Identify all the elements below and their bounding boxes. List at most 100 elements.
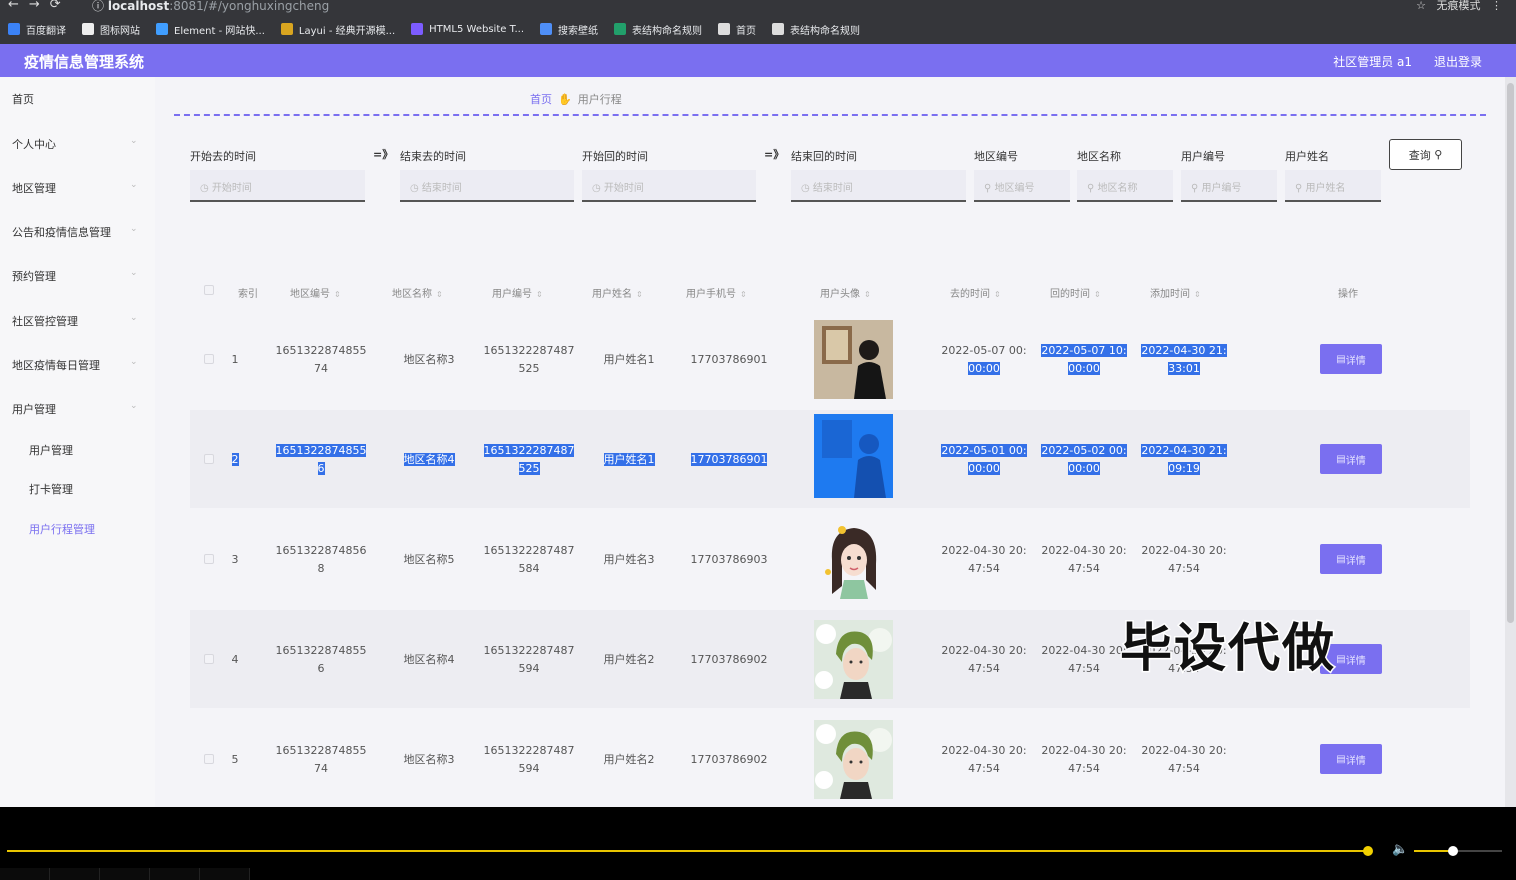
sidebar-item[interactable]: 首页 <box>12 91 34 107</box>
column-header[interactable]: 用户手机号 ⇕ <box>686 285 747 300</box>
bookmark-item[interactable]: 表结构命名规则 <box>772 22 860 37</box>
column-header[interactable]: 用户姓名 ⇕ <box>592 285 643 300</box>
column-header[interactable]: 去的时间 ⇕ <box>950 285 1001 300</box>
column-header[interactable]: 用户编号 ⇕ <box>492 285 543 300</box>
start-go-input[interactable]: ◷ 开始时间 <box>190 170 365 202</box>
sidebar-item-label: 预约管理 <box>12 270 56 283</box>
browser-profile[interactable]: ☆ 无痕模式 ⋮ <box>1416 0 1502 13</box>
bookmark-label: Element - 网站快... <box>174 25 265 37</box>
user-name-input[interactable]: ⚲ 用户姓名 <box>1285 170 1381 202</box>
row-checkbox[interactable] <box>204 454 214 464</box>
range-arrow: =》 <box>373 148 394 161</box>
breadcrumb-home[interactable]: 首页 <box>530 93 552 106</box>
row-checkbox[interactable] <box>204 354 214 364</box>
cell-phone-text: 17703786903 <box>690 553 768 566</box>
column-header[interactable]: 地区编号 ⇕ <box>290 285 341 300</box>
volume-handle[interactable] <box>1448 846 1458 856</box>
cell-region-name: 地区名称3 <box>384 351 474 369</box>
select-all-checkbox[interactable] <box>204 285 214 295</box>
bookmark-item[interactable]: Layui - 经典开源模... <box>280 22 395 37</box>
player-control[interactable] <box>0 868 50 880</box>
sort-icon[interactable]: ⇕ <box>994 290 1001 299</box>
document-icon: ▤ <box>1336 553 1346 565</box>
scrollbar-thumb[interactable] <box>1507 83 1514 623</box>
start-back-input[interactable]: ◷ 开始时间 <box>582 170 756 202</box>
column-header[interactable]: 添加时间 ⇕ <box>1150 285 1201 300</box>
sort-icon[interactable]: ⇕ <box>334 290 341 299</box>
detail-button[interactable]: ▤ 详情 <box>1320 444 1382 474</box>
sidebar-subitem[interactable]: 用户管理 <box>29 442 73 458</box>
cell-region-name-text: 地区名称5 <box>403 553 455 566</box>
bookmark-item[interactable]: 百度翻译 <box>8 22 66 37</box>
cell-user-name: 用户姓名1 <box>584 451 674 469</box>
sidebar-item[interactable]: 预约管理 ⌄ <box>12 268 138 284</box>
sort-icon[interactable]: ⇕ <box>864 290 871 299</box>
cell-region-name: 地区名称4 <box>384 451 474 469</box>
region-code-input[interactable]: ⚲ 地区编号 <box>974 170 1070 202</box>
sidebar-subitem[interactable]: 打卡管理 <box>29 481 73 497</box>
progress-bar[interactable] <box>7 850 1369 852</box>
sidebar-item[interactable]: 个人中心 ⌄ <box>12 136 138 152</box>
bookmark-item[interactable]: 搜索壁纸 <box>540 22 598 37</box>
bookmark-item[interactable]: Element - 网站快... <box>156 22 265 37</box>
cell-user-code: 1651322287487 594 <box>474 642 584 678</box>
row-checkbox[interactable] <box>204 754 214 764</box>
detail-button[interactable]: ▤ 详情 <box>1320 344 1382 374</box>
bookmark-item[interactable]: 首页 <box>718 22 756 37</box>
cell-go-time-line2: 47:54 <box>968 662 1000 675</box>
bookmark-item[interactable]: 图标网站 <box>82 22 140 37</box>
browser-nav-icons[interactable]: ←→⟳ <box>8 0 71 12</box>
page-scrollbar[interactable] <box>1505 77 1516 807</box>
end-go-input[interactable]: ◷ 结束时间 <box>400 170 574 202</box>
bookmark-item[interactable]: 表结构命名规则 <box>614 22 702 37</box>
sidebar-item[interactable]: 公告和疫情信息管理 ⌄ <box>12 224 138 240</box>
sidebar-item[interactable]: 地区管理 ⌄ <box>12 180 138 196</box>
player-control[interactable] <box>200 868 250 880</box>
cell-region-code-line1: 1651322874856 <box>275 544 367 557</box>
cell-user-code-line2: 525 <box>518 462 540 475</box>
detail-button[interactable]: ▤ 详情 <box>1320 744 1382 774</box>
column-header[interactable]: 用户头像 ⇕ <box>820 285 871 300</box>
bookmark-label: 图标网站 <box>100 25 140 37</box>
detail-button[interactable]: ▤ 详情 <box>1320 544 1382 574</box>
chevron-down-icon: ⌄ <box>130 401 138 411</box>
cell-back-time-line2: 47:54 <box>1068 762 1100 775</box>
sidebar-subitem[interactable]: 用户行程管理 <box>29 521 95 537</box>
player-control[interactable] <box>150 868 200 880</box>
bookmark-item[interactable]: HTML5 Website T... <box>411 23 524 35</box>
cell-go-time-line2: 47:54 <box>968 562 1000 575</box>
column-header[interactable]: 地区名称 ⇕ <box>392 285 443 300</box>
progress-handle[interactable] <box>1363 846 1373 856</box>
sort-icon[interactable]: ⇕ <box>536 290 543 299</box>
cell-region-code-line1: 1651322874855 <box>275 644 367 657</box>
cell-go-time-line1: 2022-05-07 00: <box>941 344 1027 357</box>
end-back-input[interactable]: ◷ 结束时间 <box>791 170 966 202</box>
region-name-input[interactable]: ⚲ 地区名称 <box>1077 170 1173 202</box>
sidebar-item[interactable]: 用户管理 ⌄ <box>12 401 138 417</box>
breadcrumb: 首页 ✋ 用户行程 <box>530 91 622 107</box>
user-code-input[interactable]: ⚲ 用户编号 <box>1181 170 1277 202</box>
cell-add-time-line2: 47:54 <box>1168 762 1200 775</box>
sort-icon[interactable]: ⇕ <box>436 290 443 299</box>
cell-region-code-line2: 6 <box>317 462 325 475</box>
sort-icon[interactable]: ⇕ <box>740 290 747 299</box>
sort-icon[interactable]: ⇕ <box>1194 290 1201 299</box>
player-control[interactable] <box>50 868 100 880</box>
cell-user-code-line1: 1651322287487 <box>483 444 575 457</box>
row-checkbox[interactable] <box>204 654 214 664</box>
sort-icon[interactable]: ⇕ <box>1094 290 1101 299</box>
sidebar-item[interactable]: 地区疫情每日管理 ⌄ <box>12 357 138 373</box>
volume-icon[interactable]: 🔈 <box>1392 842 1408 857</box>
cell-phone-text: 17703786901 <box>690 453 768 466</box>
column-header[interactable]: 回的时间 ⇕ <box>1050 285 1101 300</box>
search-icon: ⚲ <box>984 183 995 194</box>
sort-icon[interactable]: ⇕ <box>636 290 643 299</box>
url-field[interactable]: ⓘ localhost:8081/#/yonghuxingcheng <box>92 0 329 14</box>
logout-button[interactable]: 退出登录 <box>1434 53 1482 70</box>
current-user[interactable]: 社区管理员 a1 <box>1333 53 1412 70</box>
query-button[interactable]: 查询 ⚲ <box>1389 139 1462 170</box>
sidebar-item[interactable]: 社区管控管理 ⌄ <box>12 313 138 329</box>
player-control[interactable] <box>100 868 150 880</box>
row-checkbox[interactable] <box>204 554 214 564</box>
hand-icon: ✋ <box>558 93 572 106</box>
